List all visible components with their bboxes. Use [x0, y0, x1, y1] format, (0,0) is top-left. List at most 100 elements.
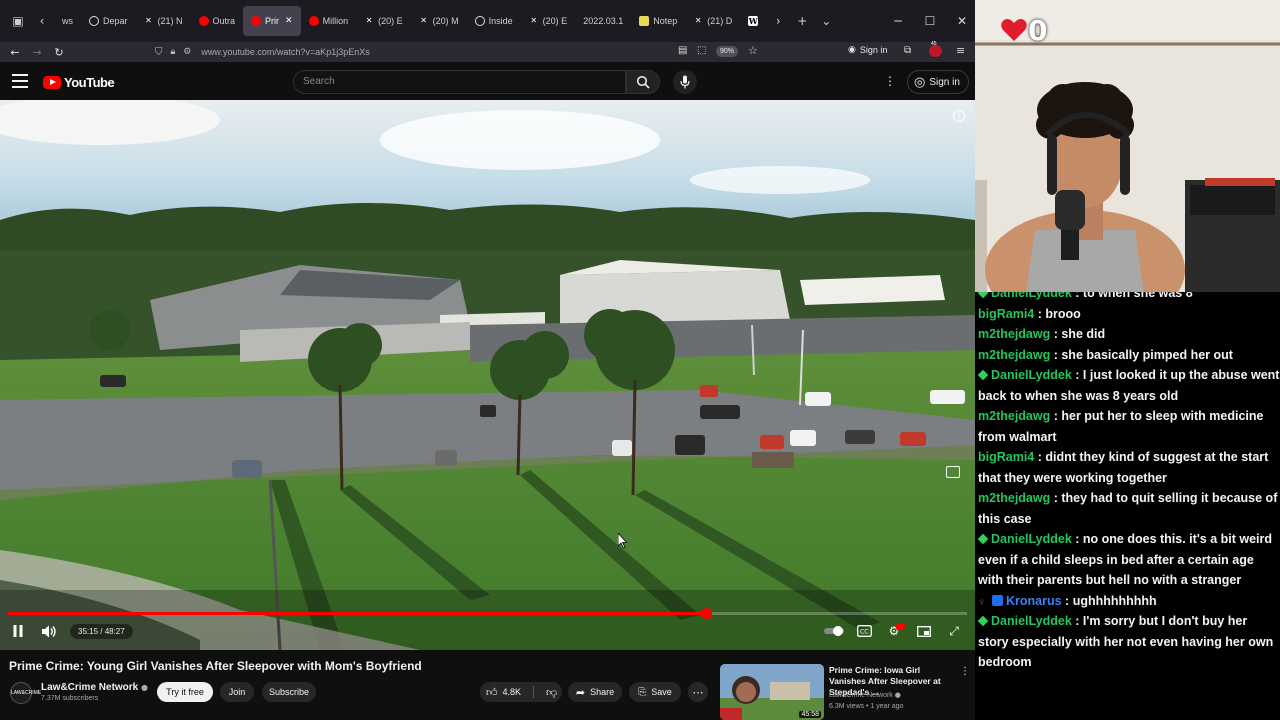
browser-tab[interactable]: Prir ✕ [243, 6, 301, 36]
app-menu-icon[interactable]: ≡ [956, 44, 965, 57]
chat-username[interactable]: DanielLyddek [991, 292, 1072, 300]
maximize-icon[interactable]: ☐ [914, 0, 946, 42]
channel-avatar[interactable]: LAW&CRIME [10, 682, 41, 704]
share-button[interactable]: ➦ Share [568, 682, 622, 702]
chat-username[interactable]: m2thejdawg [978, 409, 1050, 423]
voice-search-button[interactable] [673, 70, 697, 94]
browser-tab[interactable]: Inside [467, 6, 521, 36]
volume-icon[interactable] [40, 623, 58, 639]
wikipedia-favicon-icon: W [748, 16, 759, 26]
lock-icon[interactable]: 🔒︎ [171, 47, 176, 57]
browser-tab[interactable]: ✕ (21) D [685, 6, 740, 36]
new-tab-icon[interactable]: + [790, 9, 814, 33]
thumbs-down-icon[interactable]: 👎︎ [546, 686, 557, 699]
chat-username[interactable]: bigRami4 [978, 450, 1034, 464]
hype-counter: 0 [1028, 14, 1048, 47]
browser-tab[interactable]: 2022.03.1 [575, 6, 631, 36]
channel-name[interactable]: Law&Crime Network ● [41, 682, 148, 693]
browser-tab[interactable]: Outra [191, 6, 244, 36]
chat-username[interactable]: DanielLyddek [991, 532, 1072, 546]
chat-text: ughhhhhhhhh [1072, 593, 1157, 608]
chat-username[interactable]: m2thejdawg [978, 348, 1050, 362]
video-player[interactable]: i 35:15 / 48:27 CC ⚙ ⤢ [0, 100, 975, 650]
pause-icon[interactable] [10, 623, 26, 639]
shield-icon[interactable]: ⛉ [155, 47, 163, 58]
video-frame-school-aerial [0, 100, 975, 650]
progress-scrubber[interactable] [700, 608, 712, 619]
browser-tab[interactable]: Million [301, 6, 357, 36]
browser-tab[interactable]: ✕ (20) E [356, 6, 411, 36]
url-bar[interactable]: ⛉ 🔒︎ ⚙ www.youtube.com/watch?v=aKp1j3pEn… [155, 44, 765, 60]
youtube-favicon-icon [251, 16, 262, 26]
close-tab-icon[interactable]: ✕ [285, 16, 293, 26]
video-duration: 45:58 [799, 711, 821, 718]
chat-username[interactable]: m2thejdawg [978, 491, 1050, 505]
youtube-logo-text: YouTube [64, 75, 115, 90]
chat-username[interactable]: m2thejdawg [978, 327, 1050, 341]
recommended-video[interactable]: 45:58 Prime Crime: Iowa Girl Vanishes Af… [720, 664, 975, 720]
join-button[interactable]: Join [220, 682, 254, 702]
x-favicon-icon: ✕ [145, 16, 152, 25]
youtube-logo[interactable]: YouTube [43, 75, 115, 90]
like-button[interactable]: 👍︎ 4.8K [486, 686, 521, 699]
browser-tab[interactable]: Notep [631, 6, 685, 36]
miniplayer-overlay-icon[interactable] [946, 466, 960, 478]
tab-list-dropdown-icon[interactable]: ⌄ [814, 9, 838, 33]
bookmark-icon: ⎘ [638, 686, 647, 698]
back-icon[interactable]: ← [4, 42, 26, 62]
browser-tab-label: Outra [212, 16, 236, 26]
info-icon[interactable]: i [953, 110, 965, 122]
search-input[interactable]: Search [293, 70, 626, 94]
chat-separator: : [1071, 532, 1083, 546]
fullscreen-icon[interactable]: ⤢ [946, 623, 962, 639]
account-signin[interactable]: ◉ Sign in [848, 45, 887, 55]
chat-separator: : [1071, 292, 1083, 300]
ublock-count: 45 [931, 41, 937, 47]
miniplayer-icon[interactable] [916, 623, 932, 639]
browser-tab[interactable]: W [740, 6, 766, 36]
tab-list-icon[interactable]: ▣ [6, 9, 30, 33]
browser-tab[interactable]: ✕ (20) E [521, 6, 576, 36]
reload-icon[interactable]: ↻ [48, 42, 70, 62]
more-actions-icon[interactable]: ⋯ [688, 682, 708, 702]
search-button[interactable] [626, 70, 660, 94]
save-button[interactable]: ⎘ Save [629, 682, 681, 702]
chat-username[interactable]: DanielLyddek [991, 368, 1072, 382]
chat-username[interactable]: DanielLyddek [991, 614, 1072, 628]
chat-separator: : [1050, 327, 1062, 341]
permissions-icon[interactable]: ⚙ [183, 47, 191, 57]
chat-text: she did [1061, 327, 1106, 341]
bookmark-star-icon[interactable]: ☆ [748, 44, 758, 57]
browser-tab[interactable]: ✕ (21) N [136, 6, 191, 36]
browser-tab[interactable]: ws [54, 6, 81, 36]
zoom-indicator[interactable]: 90% [716, 46, 739, 57]
chat-username[interactable]: bigRami4 [978, 307, 1034, 321]
try-it-free-button[interactable]: Try it free [157, 682, 213, 702]
autoplay-toggle[interactable] [824, 623, 846, 639]
site-favicon-icon [639, 16, 650, 26]
youtube-signin-button[interactable]: ◎ Sign in [907, 70, 969, 94]
reader-view-icon[interactable]: ▤ [678, 45, 687, 56]
recommended-more-icon[interactable]: ⋮ [960, 666, 970, 677]
subtitles-icon[interactable]: CC [856, 623, 872, 639]
chat-username[interactable]: Kronarus [1006, 594, 1062, 608]
subscribe-button[interactable]: Subscribe [262, 682, 316, 702]
subscriber-count: 7.37M subscribers [41, 695, 99, 702]
forward-icon[interactable]: → [26, 42, 48, 62]
extensions-icon[interactable]: ⧉ [904, 45, 911, 56]
settings-more-icon[interactable]: ⋮ [884, 74, 896, 88]
chat-message: m2thejdawg : she basically pimped her ou… [978, 345, 1280, 366]
scroll-tabs-right-icon[interactable]: › [766, 9, 790, 33]
minimize-icon[interactable]: ─ [882, 0, 914, 42]
close-window-icon[interactable]: ✕ [946, 0, 978, 42]
browser-tab[interactable]: ✕ (20) M [411, 6, 467, 36]
hamburger-menu-icon[interactable] [12, 74, 28, 88]
browser-tab-label: Prir [265, 16, 280, 26]
verified-icon: ● [894, 691, 901, 699]
browser-tab[interactable]: Depar [81, 6, 136, 36]
scroll-tabs-left-icon[interactable]: ‹ [30, 9, 54, 33]
mouse-cursor-icon [618, 533, 628, 549]
screenshot-icon[interactable]: ⬚ [697, 45, 706, 56]
recommended-thumbnail[interactable]: 45:58 [720, 664, 824, 720]
progress-bar[interactable] [8, 608, 967, 619]
